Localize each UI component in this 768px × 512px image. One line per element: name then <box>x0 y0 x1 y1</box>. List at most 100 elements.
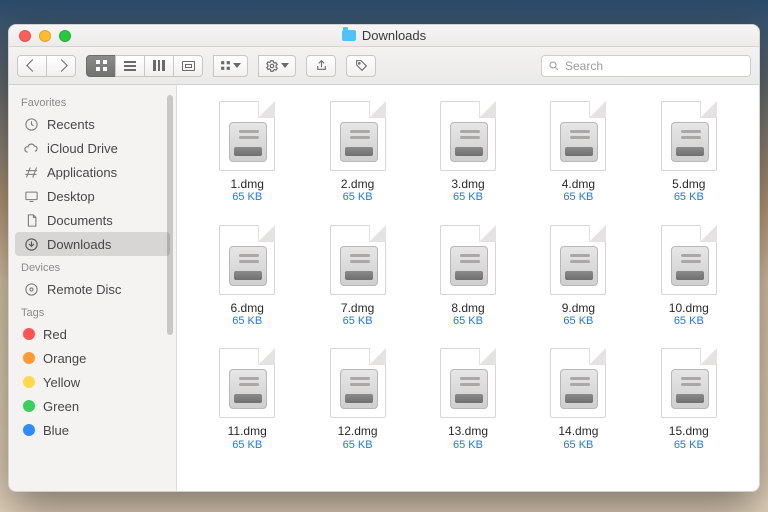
arrange-button[interactable] <box>213 55 248 77</box>
file-thumbnail <box>550 348 606 418</box>
file-size: 65 KB <box>232 191 262 204</box>
sidebar-item-label: Remote Disc <box>47 282 121 297</box>
file-item[interactable]: 4.dmg65 KB <box>530 101 626 205</box>
back-button[interactable] <box>17 55 47 77</box>
cloud-icon <box>23 140 39 156</box>
file-thumbnail <box>661 348 717 418</box>
action-button[interactable] <box>258 55 296 77</box>
file-item[interactable]: 12.dmg65 KB <box>309 348 405 452</box>
drive-icon <box>560 122 598 162</box>
sidebar-item-recents[interactable]: Recents <box>9 112 176 136</box>
drive-icon <box>229 246 267 286</box>
folder-icon <box>342 30 356 41</box>
sidebar-tag-orange[interactable]: Orange <box>9 346 176 370</box>
file-size: 65 KB <box>232 315 262 328</box>
forward-button[interactable] <box>46 55 76 77</box>
file-thumbnail <box>661 225 717 295</box>
file-grid: 1.dmg65 KB2.dmg65 KB3.dmg65 KB4.dmg65 KB… <box>199 101 737 452</box>
sidebar-item-label: Orange <box>43 351 86 366</box>
window-title: Downloads <box>362 28 426 43</box>
tag-dot-icon <box>23 424 35 436</box>
file-item[interactable]: 9.dmg65 KB <box>530 225 626 329</box>
share-button[interactable] <box>306 55 336 77</box>
file-pane[interactable]: 1.dmg65 KB2.dmg65 KB3.dmg65 KB4.dmg65 KB… <box>177 85 759 491</box>
file-item[interactable]: 2.dmg65 KB <box>309 101 405 205</box>
file-name: 4.dmg <box>562 177 595 191</box>
file-size: 65 KB <box>674 315 704 328</box>
view-mode-buttons <box>86 55 203 77</box>
sidebar-item-label: Red <box>43 327 67 342</box>
search-field[interactable]: Search <box>541 55 751 77</box>
view-gallery-button[interactable] <box>173 55 203 77</box>
titlebar[interactable]: Downloads <box>9 25 759 47</box>
file-name: 2.dmg <box>341 177 374 191</box>
sidebar-item-applications[interactable]: Applications <box>9 160 176 184</box>
file-name: 11.dmg <box>228 424 267 438</box>
file-thumbnail <box>330 348 386 418</box>
sidebar-item-icloud[interactable]: iCloud Drive <box>9 136 176 160</box>
columns-icon <box>153 60 165 71</box>
sidebar-item-remote-disc[interactable]: Remote Disc <box>9 277 176 301</box>
minimize-button[interactable] <box>39 30 51 42</box>
sidebar-header-devices: Devices <box>9 256 176 277</box>
file-thumbnail <box>219 101 275 171</box>
coverflow-icon <box>182 61 195 71</box>
file-size: 65 KB <box>563 439 593 452</box>
tag-dot-icon <box>23 376 35 388</box>
zoom-button[interactable] <box>59 30 71 42</box>
sidebar-item-label: Documents <box>47 213 113 228</box>
file-size: 65 KB <box>343 315 373 328</box>
grid-icon <box>96 60 107 71</box>
file-size: 65 KB <box>232 439 262 452</box>
disc-icon <box>23 281 39 297</box>
drive-icon <box>671 369 709 409</box>
tag-dot-icon <box>23 352 35 364</box>
file-thumbnail <box>550 225 606 295</box>
tags-button[interactable] <box>346 55 376 77</box>
drive-icon <box>229 369 267 409</box>
file-item[interactable]: 14.dmg65 KB <box>530 348 626 452</box>
toolbar: Search <box>9 47 759 85</box>
file-size: 65 KB <box>674 191 704 204</box>
file-item[interactable]: 1.dmg65 KB <box>199 101 295 205</box>
file-thumbnail <box>550 101 606 171</box>
window-body: Favorites Recents iCloud Drive Applicati… <box>9 85 759 491</box>
sidebar-item-desktop[interactable]: Desktop <box>9 184 176 208</box>
view-list-button[interactable] <box>115 55 145 77</box>
file-item[interactable]: 8.dmg65 KB <box>420 225 516 329</box>
file-item[interactable]: 10.dmg65 KB <box>641 225 737 329</box>
drive-icon <box>671 246 709 286</box>
file-item[interactable]: 13.dmg65 KB <box>420 348 516 452</box>
file-item[interactable]: 5.dmg65 KB <box>641 101 737 205</box>
clock-icon <box>23 116 39 132</box>
sidebar-tag-blue[interactable]: Blue <box>9 418 176 442</box>
file-item[interactable]: 11.dmg65 KB <box>199 348 295 452</box>
file-item[interactable]: 3.dmg65 KB <box>420 101 516 205</box>
sidebar-tag-green[interactable]: Green <box>9 394 176 418</box>
file-name: 14.dmg <box>558 424 598 438</box>
file-item[interactable]: 6.dmg65 KB <box>199 225 295 329</box>
sidebar-item-downloads[interactable]: Downloads <box>15 232 170 256</box>
drive-icon <box>340 122 378 162</box>
drive-icon <box>450 246 488 286</box>
file-name: 8.dmg <box>451 301 484 315</box>
close-button[interactable] <box>19 30 31 42</box>
view-icon-button[interactable] <box>86 55 116 77</box>
file-name: 7.dmg <box>341 301 374 315</box>
file-size: 65 KB <box>453 315 483 328</box>
sidebar-item-documents[interactable]: Documents <box>9 208 176 232</box>
file-item[interactable]: 7.dmg65 KB <box>309 225 405 329</box>
file-name: 10.dmg <box>669 301 709 315</box>
sidebar-scrollbar[interactable] <box>167 95 173 335</box>
finder-window: Downloads <box>8 24 760 492</box>
file-item[interactable]: 15.dmg65 KB <box>641 348 737 452</box>
view-columns-button[interactable] <box>144 55 174 77</box>
chevron-down-icon <box>233 63 241 68</box>
file-size: 65 KB <box>563 191 593 204</box>
action-button-group <box>258 55 296 77</box>
file-thumbnail <box>330 225 386 295</box>
sidebar-tag-red[interactable]: Red <box>9 322 176 346</box>
sidebar-tag-yellow[interactable]: Yellow <box>9 370 176 394</box>
file-thumbnail <box>219 348 275 418</box>
file-thumbnail <box>661 101 717 171</box>
